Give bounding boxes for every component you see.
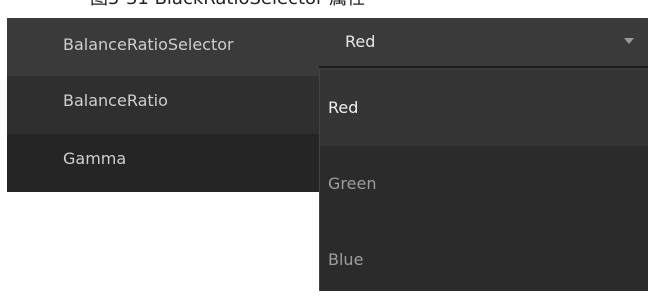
dropdown-option-blue[interactable]: Blue [320,222,648,291]
property-label: BalanceRatioSelector [63,35,234,54]
property-row-balance-ratio-selector: BalanceRatioSelector Red [7,18,648,76]
figure-caption: 图5-31 BlackRatioSelector 属性 [90,0,365,8]
dropdown-option-green[interactable]: Green [320,146,648,222]
dropdown-option-red[interactable]: Red [320,70,648,146]
property-label: BalanceRatio [63,91,168,110]
select-current-value: Red [345,32,376,51]
property-label: Gamma [63,149,127,168]
dropdown-option-list: Red Green Blue [319,70,648,291]
chevron-down-icon[interactable] [624,38,634,44]
balance-ratio-selector-select[interactable]: Red [319,18,648,68]
